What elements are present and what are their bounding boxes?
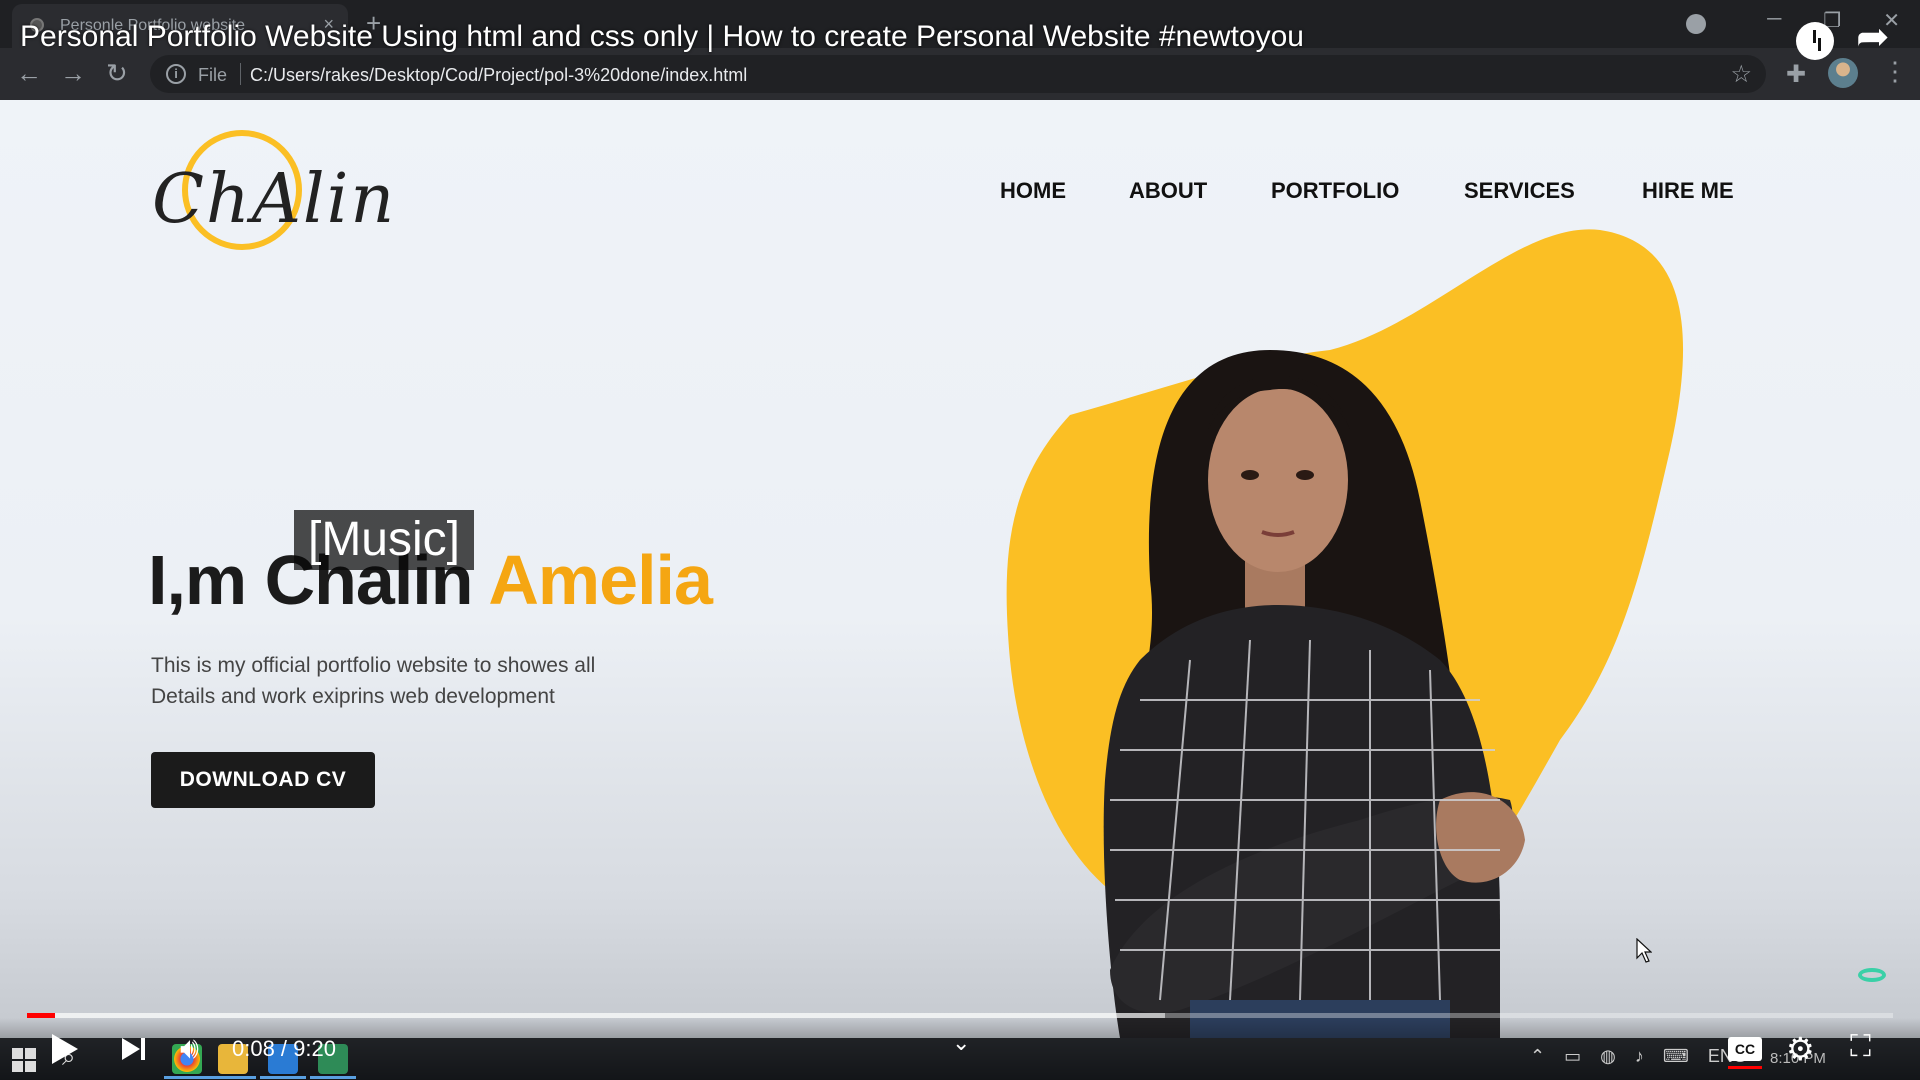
hero-description: This is my official portfolio website to… (151, 650, 711, 712)
hero-description-line: This is my official portfolio website to… (151, 654, 596, 677)
hero-heading-accent: Amelia (488, 541, 713, 619)
caption-overlay: [Music] (294, 510, 474, 570)
next-video-bar (141, 1038, 145, 1060)
keyboard-icon[interactable]: ⌨ (1663, 1046, 1689, 1066)
cc-active-indicator (1728, 1066, 1762, 1069)
windows-start-icon[interactable] (12, 1048, 36, 1072)
speaker-icon[interactable]: ♪ (1635, 1046, 1644, 1066)
next-video-icon[interactable] (122, 1038, 140, 1060)
minimize-icon[interactable]: ─ (1767, 8, 1781, 33)
address-separator (240, 63, 241, 85)
exit-fullscreen-icon[interactable]: ⛶ (1850, 1030, 1871, 1064)
profile-avatar[interactable] (1828, 58, 1858, 88)
channel-watermark-icon[interactable] (1858, 968, 1886, 982)
tab-search-icon[interactable] (1686, 14, 1706, 34)
taskbar-active-indicator (164, 1076, 210, 1079)
browser-menu-icon[interactable]: ⋮ (1882, 56, 1908, 87)
progress-buffered (27, 1013, 1165, 1018)
download-cv-button[interactable]: DOWNLOAD CV (151, 752, 375, 808)
portfolio-page: ChAlin HOME ABOUT PORTFOLIO SERVICES HIR… (0, 100, 1920, 1038)
chevron-down-icon[interactable]: ⌄ (952, 1030, 970, 1056)
watch-later-clock-icon[interactable] (1796, 22, 1834, 60)
battery-icon[interactable]: ▭ (1564, 1046, 1581, 1066)
share-arrow-icon[interactable]: ➦ (1856, 14, 1890, 60)
mouse-cursor-icon (1636, 938, 1652, 963)
video-title[interactable]: Personal Portfolio Website Using html an… (20, 20, 1304, 54)
reload-icon[interactable]: ↻ (106, 60, 128, 86)
settings-gear-icon[interactable]: ⚙ (1786, 1030, 1815, 1068)
progress-bar[interactable] (27, 1013, 1893, 1018)
play-icon[interactable] (52, 1034, 78, 1064)
tray-chevron-up-icon[interactable]: ⌃ (1530, 1046, 1545, 1066)
network-globe-icon[interactable]: ◍ (1600, 1046, 1616, 1066)
taskbar-active-indicator (210, 1076, 256, 1079)
bookmark-star-icon[interactable]: ☆ (1730, 60, 1752, 89)
info-icon[interactable]: i (166, 64, 186, 84)
back-arrow-icon[interactable]: ← (16, 60, 42, 86)
subtitles-cc-button[interactable]: CC (1728, 1037, 1762, 1061)
time-display: 0:08 / 9:20 (232, 1036, 336, 1061)
forward-arrow-icon[interactable]: → (60, 60, 86, 86)
taskbar-active-indicator (310, 1076, 356, 1079)
screen: Personle Portfolio website × + ─ ❐ ✕ ← →… (0, 0, 1920, 1080)
hero-description-line: Details and work exiprins web developmen… (151, 685, 555, 708)
file-scheme-label: File (198, 65, 228, 85)
address-bar[interactable]: i File C:/Users/rakes/Desktop/Cod/Projec… (150, 55, 1766, 93)
extensions-puzzle-icon[interactable]: ✚ (1786, 60, 1806, 89)
url-text[interactable]: C:/Users/rakes/Desktop/Cod/Project/pol-3… (250, 65, 747, 86)
progress-played (27, 1013, 55, 1018)
volume-icon[interactable]: 🔊︎ (180, 1032, 199, 1066)
system-tray: ⌃ ▭ ◍ ♪ ⌨ ENG (1530, 1046, 1747, 1067)
browser-toolbar: ← → ↻ i File C:/Users/rakes/Desktop/Cod/… (0, 48, 1920, 100)
taskbar-active-indicator (260, 1076, 306, 1079)
